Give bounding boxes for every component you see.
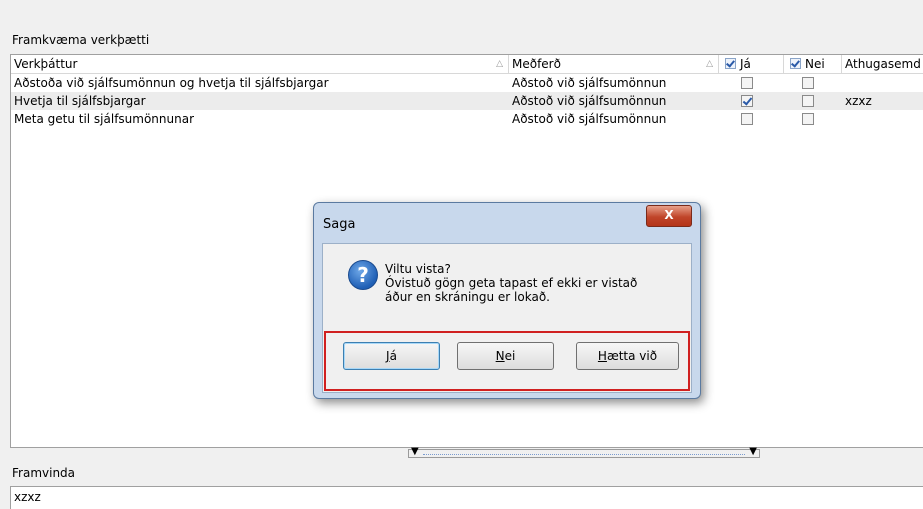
column-header-note[interactable]: Athugasemd <box>842 55 923 73</box>
cell-treatment: Aðstoð við sjálfsumönnun <box>512 94 667 108</box>
section-title-tasks: Framkvæma verkþætti <box>12 33 150 47</box>
cell-note <box>842 110 845 128</box>
dialog-title: Saga <box>323 217 356 232</box>
grid-header: Verkþáttur △ Meðferð △ Já Nei Athugasemd <box>11 55 923 74</box>
no-button[interactable]: Nei <box>457 342 554 370</box>
chevron-down-icon: ▼ <box>411 446 419 457</box>
column-header-yes[interactable]: Já <box>719 55 784 73</box>
checkbox-header-icon <box>790 58 801 69</box>
yes-checkbox[interactable] <box>741 95 753 107</box>
table-row[interactable]: Aðstoða við sjálfsumönnun og hvetja til … <box>11 74 923 92</box>
section-title-progress: Framvinda <box>12 466 76 480</box>
progress-text: xzxz <box>14 490 41 504</box>
close-button[interactable]: X <box>646 205 692 227</box>
sort-icon: △ <box>496 59 503 69</box>
chevron-down-icon: ▼ <box>749 446 757 457</box>
no-checkbox[interactable] <box>802 77 814 89</box>
progress-textbox[interactable]: xzxz <box>10 486 923 509</box>
table-row[interactable]: Meta getu til sjálfsumönnunar Aðstoð við… <box>11 110 923 128</box>
checkbox-header-icon <box>725 58 736 69</box>
column-header-no[interactable]: Nei <box>784 55 842 73</box>
save-dialog: Saga X ? Viltu vista? Óvistuð gögn geta … <box>313 202 701 399</box>
cell-treatment: Aðstoð við sjálfsumönnun <box>512 76 667 90</box>
cell-note <box>842 74 845 92</box>
cell-treatment: Aðstoð við sjálfsumönnun <box>512 112 667 126</box>
question-icon: ? <box>348 260 378 290</box>
cell-note: xzxz <box>845 94 872 108</box>
no-checkbox[interactable] <box>802 95 814 107</box>
cell-task: Aðstoða við sjálfsumönnun og hvetja til … <box>14 76 329 90</box>
cell-task: Hvetja til sjálfsbjargar <box>14 94 146 108</box>
cancel-button[interactable]: Hætta við <box>576 342 679 370</box>
yes-checkbox[interactable] <box>741 77 753 89</box>
yes-checkbox[interactable] <box>741 113 753 125</box>
yes-button[interactable]: Já <box>343 342 440 370</box>
cell-task: Meta getu til sjálfsumönnunar <box>14 112 195 126</box>
column-header-treatment[interactable]: Meðferð △ <box>509 55 719 73</box>
dialog-message: Viltu vista? Óvistuð gögn geta tapast ef… <box>385 262 638 304</box>
table-row[interactable]: Hvetja til sjálfsbjargar Aðstoð við sjál… <box>11 92 923 110</box>
panel-splitter[interactable]: ▼ ▼ <box>408 446 760 458</box>
column-header-task[interactable]: Verkþáttur △ <box>11 55 509 73</box>
no-checkbox[interactable] <box>802 113 814 125</box>
sort-icon: △ <box>706 59 713 69</box>
